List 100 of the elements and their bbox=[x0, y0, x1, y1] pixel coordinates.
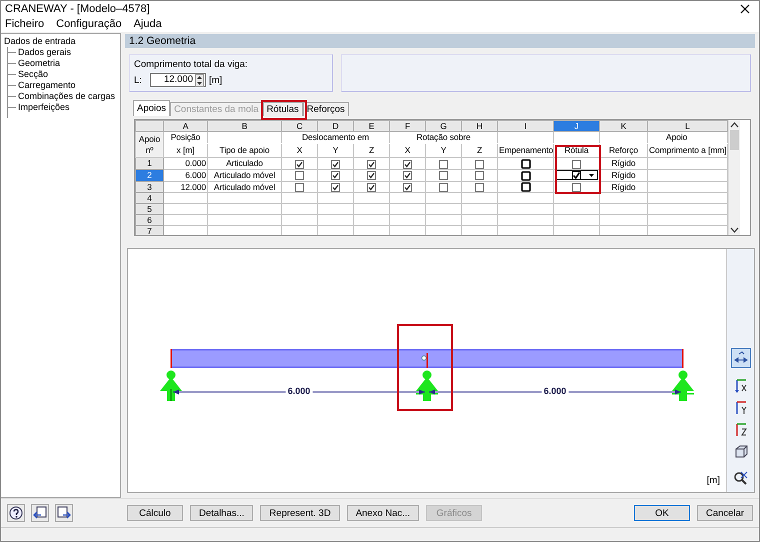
table-cell: 6.000 bbox=[164, 169, 208, 181]
column-header[interactable]: K bbox=[600, 120, 648, 132]
dimension-label: 6.000 bbox=[542, 386, 568, 397]
column-header: Z bbox=[462, 144, 498, 158]
field-label: Comprimento total da viga: bbox=[134, 59, 249, 70]
column-header: Comprimento a [mm] bbox=[648, 144, 728, 158]
checkbox[interactable] bbox=[475, 183, 484, 192]
column-header: Empenamento bbox=[498, 144, 554, 158]
column-header[interactable]: C bbox=[282, 120, 318, 132]
column-header: x [m] bbox=[164, 144, 208, 158]
checkbox[interactable] bbox=[331, 183, 340, 192]
column-header: Tipo de apoio bbox=[208, 144, 282, 158]
unit-label: [m] bbox=[706, 475, 720, 486]
column-header[interactable]: A bbox=[164, 120, 208, 132]
checkbox[interactable] bbox=[439, 171, 448, 180]
row-header[interactable]: 4 bbox=[136, 192, 164, 204]
column-header[interactable]: J bbox=[554, 120, 600, 132]
tab[interactable]: Apoios bbox=[133, 100, 170, 116]
row-header[interactable]: 3 bbox=[136, 181, 164, 193]
table-cell: Articulado móvel bbox=[208, 169, 282, 181]
tree-item[interactable]: Combinações de cargas bbox=[18, 91, 116, 102]
column-header: Apoio nº bbox=[136, 132, 164, 158]
checkbox[interactable] bbox=[475, 171, 484, 180]
checkbox[interactable] bbox=[572, 170, 581, 180]
column-header: Posição bbox=[164, 132, 208, 144]
button[interactable]: OK bbox=[634, 505, 690, 521]
checkbox[interactable] bbox=[367, 183, 376, 192]
checkbox[interactable] bbox=[403, 183, 412, 192]
button[interactable]: Cálculo bbox=[127, 505, 183, 521]
close-icon[interactable] bbox=[740, 4, 750, 14]
table-cell: Articulado bbox=[208, 158, 282, 170]
column-header[interactable]: E bbox=[354, 120, 390, 132]
tree-item[interactable]: Dados de entrada bbox=[4, 36, 76, 47]
tab[interactable]: Rótulas bbox=[262, 102, 303, 116]
column-header[interactable]: B bbox=[208, 120, 282, 132]
tree-item[interactable]: Imperfeições bbox=[18, 102, 70, 113]
field-label: L: bbox=[134, 74, 143, 86]
unit-label: [m] bbox=[209, 74, 222, 86]
tree-item[interactable]: Secção bbox=[18, 69, 48, 80]
column-header: Rotação sobre bbox=[390, 132, 498, 144]
column-header: Rótula bbox=[554, 144, 600, 158]
column-header: X bbox=[282, 144, 318, 158]
checkbox[interactable] bbox=[367, 160, 376, 168]
tree-item[interactable]: Geometria bbox=[18, 58, 60, 69]
checkbox[interactable] bbox=[439, 160, 448, 168]
scrollbar-thumb[interactable] bbox=[730, 130, 739, 150]
column-header[interactable]: I bbox=[498, 120, 554, 132]
checkbox[interactable] bbox=[295, 171, 304, 180]
row-header[interactable]: 6 bbox=[136, 214, 164, 226]
checkbox[interactable] bbox=[520, 170, 530, 180]
column-header: Apoio bbox=[648, 132, 728, 144]
dimension-label: 6.000 bbox=[286, 386, 312, 397]
tab[interactable]: Reforços bbox=[302, 102, 349, 116]
column-header: Z bbox=[354, 144, 390, 158]
column-header: Reforço bbox=[600, 144, 648, 158]
menu-item[interactable]: Configuração bbox=[56, 18, 122, 30]
button[interactable]: Cancelar bbox=[697, 505, 753, 521]
checkbox[interactable] bbox=[475, 160, 484, 168]
table-cell: Articulado móvel bbox=[208, 181, 282, 193]
button[interactable]: Anexo Nac... bbox=[346, 505, 420, 521]
button[interactable]: Detalhas... bbox=[190, 505, 254, 521]
checkbox[interactable] bbox=[403, 160, 412, 168]
row-header[interactable]: 5 bbox=[136, 204, 164, 215]
checkbox[interactable] bbox=[403, 171, 412, 180]
scroll-up-icon[interactable] bbox=[730, 121, 739, 128]
menu-item[interactable]: Ajuda bbox=[134, 18, 162, 30]
button[interactable]: Represent. 3D bbox=[260, 505, 340, 521]
column-header: Y bbox=[318, 144, 354, 158]
menu-item[interactable]: Ficheiro bbox=[5, 18, 44, 30]
column-header: X bbox=[390, 144, 426, 158]
row-header[interactable]: 1 bbox=[136, 158, 164, 170]
column-header[interactable]: G bbox=[426, 120, 462, 132]
column-header[interactable]: F bbox=[390, 120, 426, 132]
hinge-icon bbox=[421, 355, 427, 361]
column-header: Deslocamento em bbox=[282, 132, 390, 144]
window-title: CRANEWAY - [Modelo–4578] bbox=[5, 2, 150, 14]
scroll-down-icon[interactable] bbox=[730, 227, 739, 234]
checkbox[interactable] bbox=[520, 158, 530, 169]
checkbox[interactable] bbox=[572, 183, 581, 192]
checkbox[interactable] bbox=[331, 171, 340, 180]
row-header[interactable]: 2 bbox=[136, 169, 164, 181]
column-header[interactable]: H bbox=[462, 120, 498, 132]
length-field[interactable]: 12.000 bbox=[150, 73, 206, 87]
checkbox[interactable] bbox=[295, 183, 304, 192]
column-header[interactable]: L bbox=[648, 120, 728, 132]
table-cell: 0.000 bbox=[164, 158, 208, 170]
tree-item[interactable]: Carregamento bbox=[18, 80, 76, 91]
checkbox[interactable] bbox=[367, 171, 376, 180]
column-header[interactable]: D bbox=[318, 120, 354, 132]
spinner-icon[interactable] bbox=[195, 74, 204, 86]
dropdown-field[interactable] bbox=[555, 170, 598, 180]
dropdown-arrow-icon[interactable] bbox=[589, 174, 594, 177]
panel-title: 1.2 Geometria bbox=[125, 34, 755, 48]
checkbox[interactable] bbox=[439, 183, 448, 192]
checkbox[interactable] bbox=[331, 160, 340, 168]
table-cell: Rígido bbox=[600, 181, 648, 193]
checkbox[interactable] bbox=[295, 160, 304, 168]
checkbox[interactable] bbox=[520, 182, 530, 192]
checkbox[interactable] bbox=[572, 160, 581, 168]
tree-item[interactable]: Dados gerais bbox=[18, 47, 72, 58]
